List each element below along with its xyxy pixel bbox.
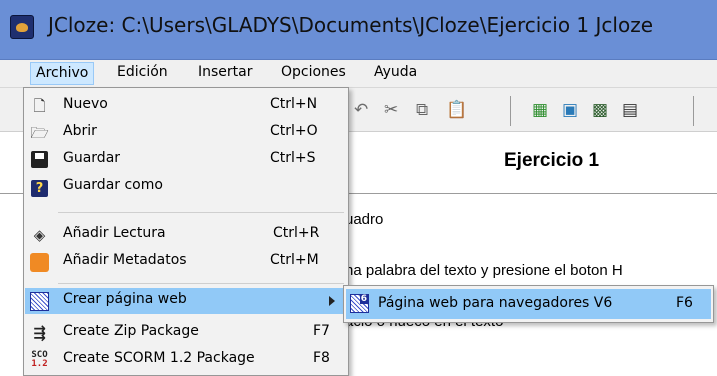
web-v6-icon-badge: 6 [359,294,368,304]
reading-icon: ◈ [33,226,46,244]
file-menu-item-create-zip[interactable]: ⇶ Create Zip Package F7 [25,320,347,346]
menu-separator [58,212,344,213]
submenu-arrow-icon [329,296,335,306]
file-menu-item-nuevo[interactable]: 🗋 Nuevo Ctrl+N [25,93,347,119]
menu-opciones[interactable]: Opciones [276,62,351,85]
menu-separator [58,283,344,284]
undo-icon[interactable]: ↶ [354,100,368,120]
clue-icon[interactable]: ▤ [622,100,638,120]
scorm-icon: SCO 1.2 [31,350,48,369]
file-menu-item-abrir[interactable]: 🗁 Abrir Ctrl+O [25,120,347,146]
submenu-item-label: Página web para navegadores V6 [378,295,613,311]
file-menu-item-crear-pagina-web[interactable]: Crear página web [25,288,347,314]
file-menu: 🗋 Nuevo Ctrl+N 🗁 Abrir Ctrl+O Guardar Ct… [23,87,349,376]
menu-item-shortcut: F7 [313,323,330,339]
menu-item-shortcut: Ctrl+R [273,225,320,241]
cut-icon[interactable]: ✂ [384,100,398,120]
menu-item-shortcut: Ctrl+M [270,252,319,268]
web-icon[interactable]: ▦ [532,100,548,120]
file-menu-item-guardar[interactable]: Guardar Ctrl+S [25,147,347,173]
menu-ayuda[interactable]: Ayuda [369,62,422,85]
save-icon [30,151,49,170]
menu-bar: Archivo Edición Insertar Opciones Ayuda [0,60,717,88]
web-page-icon [30,292,49,311]
menu-item-label: Abrir [63,123,97,139]
zip-icon: ⇶ [33,324,46,342]
metadata-icon [30,253,49,272]
document-text-line: na palabra del texto y presione el boton… [345,262,623,279]
open-folder-icon: 🗁 [30,124,49,142]
save-as-icon: ? [30,178,49,197]
edit-icon[interactable]: ▣ [562,100,578,120]
menu-item-shortcut: Ctrl+O [270,123,318,139]
toolbar-separator [510,96,511,126]
file-menu-item-anadir-lectura[interactable]: ◈ Añadir Lectura Ctrl+R [25,222,347,248]
toolbar-separator [693,96,694,126]
menu-item-label: Create Zip Package [63,323,199,339]
window-title: JCloze: C:\Users\GLADYS\Documents\JCloze… [48,13,653,37]
title-bar: JCloze: C:\Users\GLADYS\Documents\JCloze… [0,0,717,60]
menu-item-label: Añadir Lectura [63,225,166,241]
menu-item-shortcut: Ctrl+N [270,96,318,112]
submenu-item-shortcut: F6 [676,295,693,311]
web-v6-icon: 6 [350,294,369,313]
menu-item-label: Nuevo [63,96,108,112]
menu-item-shortcut: Ctrl+S [270,150,316,166]
file-menu-item-create-scorm[interactable]: SCO 1.2 Create SCORM 1.2 Package F8 [25,347,347,373]
document-title: Ejercicio 1 [504,150,600,171]
jcloze-app-icon[interactable] [10,15,34,39]
menu-item-label: Añadir Metadatos [63,252,187,268]
menu-item-label: Crear página web [63,291,187,307]
menu-item-label: Create SCORM 1.2 Package [63,350,255,366]
menu-item-shortcut: F8 [313,350,330,366]
new-document-icon: 🗋 [33,97,46,115]
copy-icon[interactable]: ⧉ [416,100,428,120]
create-web-page-submenu: 6 Página web para navegadores V6 F6 [343,285,714,323]
menu-item-label: Guardar como [63,177,163,193]
paste-icon[interactable]: 📋 [446,100,467,120]
document-text-line: uadro [345,211,384,228]
gap-icon[interactable]: ▩ [592,100,608,120]
file-menu-item-anadir-metadatos[interactable]: Añadir Metadatos Ctrl+M [25,249,347,275]
menu-edicion[interactable]: Edición [112,62,173,85]
file-menu-item-guardar-como[interactable]: ? Guardar como [25,174,347,200]
menu-insertar[interactable]: Insertar [193,62,258,85]
submenu-item-pagina-web-v6[interactable]: 6 Página web para navegadores V6 F6 [346,289,711,319]
menu-archivo[interactable]: Archivo [30,62,95,85]
menu-item-label: Guardar [63,150,121,166]
